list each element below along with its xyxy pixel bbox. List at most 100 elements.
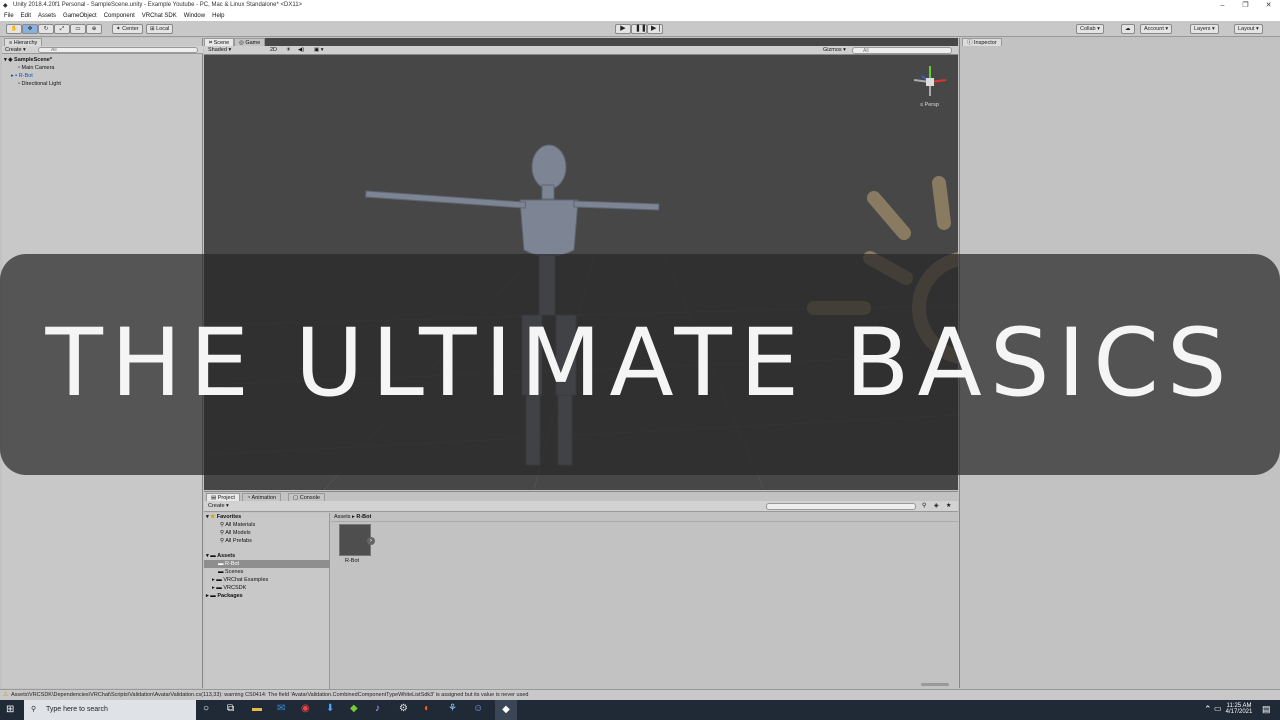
- favorite-item[interactable]: ⚲ All Models: [220, 529, 251, 537]
- effects-toggle-icon[interactable]: ▣ ▾: [314, 46, 324, 55]
- orientation-gizmo[interactable]: [910, 62, 950, 102]
- gizmos-dropdown[interactable]: Gizmos ▾: [823, 46, 846, 55]
- project-create-button[interactable]: Create ▾: [208, 502, 229, 511]
- move-tool-button[interactable]: ✥: [22, 24, 38, 34]
- menu-help[interactable]: Help: [212, 11, 224, 21]
- menu-window[interactable]: Window: [184, 11, 205, 21]
- layers-dropdown[interactable]: Layers ▾: [1190, 24, 1219, 34]
- favorites-row[interactable]: ▾ ★ Favorites: [206, 513, 241, 521]
- tab-inspector[interactable]: ⓘ Inspector: [962, 38, 1002, 46]
- cortana-icon[interactable]: ○: [203, 703, 209, 714]
- chrome-icon[interactable]: ◉: [301, 703, 310, 714]
- filter-type-icon[interactable]: ⚲: [922, 502, 926, 509]
- star-icon: ★: [210, 514, 216, 520]
- tray-expand-icon[interactable]: ⌃: [1204, 704, 1212, 715]
- favorite-item[interactable]: ⚲ All Prefabs: [220, 537, 252, 545]
- tab-project[interactable]: ▤ Project: [206, 493, 240, 501]
- breadcrumb-assets[interactable]: Assets: [334, 514, 351, 520]
- thumbnail-size-slider[interactable]: [921, 683, 949, 686]
- persp-label: Persp: [924, 102, 939, 108]
- folder-item-vrcsdk[interactable]: ▸ ▬ VRCSDK: [212, 584, 246, 592]
- hierarchy-toolbar: Create ▾: [2, 46, 203, 54]
- origin-icon[interactable]: ◐: [424, 703, 430, 714]
- hierarchy-create-button[interactable]: Create ▾: [5, 46, 26, 54]
- 2d-toggle[interactable]: 2D: [270, 46, 277, 55]
- rect-tool-button[interactable]: ▭: [70, 24, 86, 34]
- move-icon: ✥: [27, 26, 33, 32]
- transform-tool-button[interactable]: ⊕: [86, 24, 102, 34]
- expand-asset-icon[interactable]: ›: [367, 537, 375, 545]
- packages-row[interactable]: ▸ ▬ Packages: [206, 592, 243, 600]
- mail-icon[interactable]: ✉: [277, 703, 285, 714]
- folder-item-r-bot[interactable]: ▬ R-Bot: [204, 560, 330, 568]
- hierarchy-item-directional-light[interactable]: ▫ Directional Light: [18, 80, 61, 88]
- close-button[interactable]: ✕: [1257, 0, 1280, 11]
- download-app-icon[interactable]: ⬇: [326, 703, 334, 714]
- layout-dropdown[interactable]: Layout ▾: [1234, 24, 1263, 34]
- task-view-icon[interactable]: ⧉: [227, 703, 234, 714]
- pause-button[interactable]: ❚❚: [631, 24, 647, 34]
- minimize-button[interactable]: –: [1211, 0, 1234, 11]
- taskbar-search[interactable]: ⚲ Type here to search: [24, 700, 196, 720]
- step-icon: ▶❘: [651, 25, 663, 32]
- shading-mode-dropdown[interactable]: Shaded ▾: [208, 46, 231, 55]
- hierarchy-item-r-bot[interactable]: ▸ ▪ R-Bot: [11, 72, 33, 80]
- music-app-icon[interactable]: ♪: [375, 703, 380, 714]
- cloud-button[interactable]: ☁: [1121, 24, 1135, 34]
- pivot-local-button[interactable]: ⊞ Local: [146, 24, 174, 34]
- restore-button[interactable]: ❐: [1234, 0, 1257, 11]
- hierarchy-search-input[interactable]: [38, 47, 198, 53]
- account-dropdown[interactable]: Account ▾: [1140, 24, 1173, 34]
- settings-gear-icon[interactable]: ⚙: [399, 703, 408, 714]
- file-explorer-icon[interactable]: ▬: [252, 703, 262, 714]
- collab-button[interactable]: Collab ▾: [1076, 24, 1104, 34]
- scale-icon: ⤢: [59, 26, 65, 32]
- projection-label[interactable]: ≤ Persp: [920, 102, 939, 108]
- tab-scene[interactable]: ⌗ Scene: [204, 38, 235, 46]
- status-bar[interactable]: ⚠ Assets\VRCSDK\Dependencies\VRChat\Scri…: [0, 689, 1280, 700]
- folder-item-scenes[interactable]: ▬ Scenes: [218, 568, 243, 576]
- unity-taskbar-icon[interactable]: ◆: [495, 700, 517, 720]
- assets-folder-row[interactable]: ▾ ▬ Assets: [206, 552, 235, 560]
- folder-item-vrchat-examples[interactable]: ▸ ▬ VRChat Examples: [212, 576, 268, 584]
- scene-row[interactable]: ▾ ◈ SampleScene*: [4, 56, 52, 64]
- project-asset-view: Assets ▸ R-Bot › R-Bot: [331, 513, 958, 689]
- tab-console[interactable]: ▢ Console: [288, 493, 325, 501]
- favorite-item[interactable]: ⚲ All Materials: [220, 521, 255, 529]
- step-button[interactable]: ▶❘: [647, 24, 663, 34]
- play-button[interactable]: ▶: [615, 24, 631, 34]
- steam-icon[interactable]: ⚘: [448, 703, 457, 714]
- scene-search-input[interactable]: [852, 47, 952, 54]
- audio-toggle-icon[interactable]: ◀): [298, 46, 304, 55]
- pivot-center-button[interactable]: ✦ Center: [112, 24, 143, 34]
- nvidia-icon[interactable]: ◆: [350, 703, 358, 714]
- hierarchy-item-main-camera[interactable]: ▫ Main Camera: [18, 64, 55, 72]
- discord-icon[interactable]: ☺: [473, 703, 483, 714]
- lighting-toggle-icon[interactable]: ☀: [286, 46, 291, 55]
- asset-thumbnail[interactable]: ›: [339, 524, 375, 556]
- menu-component[interactable]: Component: [104, 11, 135, 21]
- menu-vrchat-sdk[interactable]: VRChat SDK: [142, 11, 177, 21]
- favorite-item-label: All Models: [225, 530, 251, 536]
- menu-edit[interactable]: Edit: [21, 11, 31, 21]
- assets-label: Assets: [217, 553, 236, 559]
- notifications-icon[interactable]: ▤: [1262, 704, 1271, 715]
- menu-gameobject[interactable]: GameObject: [63, 11, 97, 21]
- filter-label-icon[interactable]: ◈: [934, 502, 939, 509]
- hand-tool-button[interactable]: ✋: [6, 24, 22, 34]
- clock[interactable]: 11:25 AM 4/17/2021: [1223, 703, 1255, 715]
- tab-animation[interactable]: ◔ Animation: [242, 493, 282, 501]
- tab-inspector-label: Inspector: [974, 40, 997, 46]
- breadcrumb-r-bot[interactable]: R-Bot: [356, 514, 371, 520]
- project-search-input[interactable]: [766, 503, 916, 510]
- tab-game[interactable]: ◎ Game: [234, 38, 266, 46]
- tab-hierarchy[interactable]: ≡ Hierarchy: [4, 38, 43, 46]
- menu-file[interactable]: File: [4, 11, 14, 21]
- scale-tool-button[interactable]: ⤢: [54, 24, 70, 34]
- rotate-tool-button[interactable]: ↻: [38, 24, 54, 34]
- menu-assets[interactable]: Assets: [38, 11, 56, 21]
- start-button[interactable]: ⊞: [6, 704, 14, 715]
- info-icon: ⓘ: [967, 40, 975, 46]
- favorite-star-icon[interactable]: ★: [946, 502, 951, 509]
- network-icon[interactable]: ▭: [1214, 704, 1222, 713]
